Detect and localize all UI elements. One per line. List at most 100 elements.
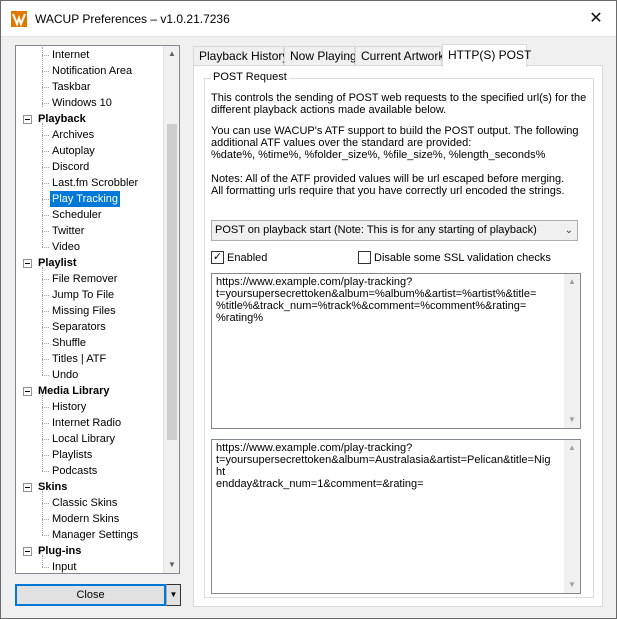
tree-item[interactable]: Input (16, 559, 164, 573)
tree-item-label: Autoplay (52, 145, 95, 157)
preview-scrollbar[interactable]: ▲ ▼ (564, 440, 580, 593)
tree-item[interactable]: Classic Skins (16, 495, 164, 511)
tree-item-label: Discord (52, 161, 90, 173)
tree-item-label: Manager Settings (52, 529, 139, 541)
tree-item[interactable]: File Remover (16, 271, 164, 287)
tree-category[interactable]: Playlist (16, 255, 164, 271)
tree-item[interactable]: Titles | ATF (16, 351, 164, 367)
post-action-dropdown[interactable]: POST on playback start (Note: This is fo… (211, 220, 578, 241)
post-url-preview-output[interactable]: https://www.example.com/play-tracking? t… (211, 439, 581, 594)
tree-item[interactable]: Shuffle (16, 335, 164, 351)
tree-item[interactable]: Manager Settings (16, 527, 164, 543)
tree-category[interactable]: Media Library (16, 383, 164, 399)
tree-connector (42, 535, 49, 536)
tree-item[interactable]: Scheduler (16, 207, 164, 223)
tab-current-artwork[interactable]: Current Artwork (355, 46, 444, 66)
post-url-template-input[interactable]: https://www.example.com/play-tracking? t… (211, 273, 581, 429)
tab-panel: POST Request This controls the sending o… (193, 65, 603, 607)
tree-item[interactable]: Undo (16, 367, 164, 383)
tree-connector (42, 71, 49, 72)
tree-connector (42, 295, 49, 296)
scroll-up-icon[interactable]: ▲ (564, 440, 580, 456)
tree-connector (42, 555, 43, 567)
tree-item[interactable]: Local Library (16, 431, 164, 447)
tree-connector (42, 311, 49, 312)
tree-connector (42, 247, 49, 248)
template-scrollbar[interactable]: ▲ ▼ (564, 274, 580, 428)
tree-category[interactable]: Plug-ins (16, 543, 164, 559)
tree-connector (42, 123, 43, 247)
tree-connector (42, 183, 49, 184)
tree-connector (42, 439, 49, 440)
scroll-up-icon[interactable]: ▲ (564, 274, 580, 290)
collapse-icon[interactable] (23, 547, 32, 556)
tree-connector (42, 151, 49, 152)
tree-item[interactable]: Internet Radio (16, 415, 164, 431)
tree-item[interactable]: Twitter (16, 223, 164, 239)
tree-item[interactable]: Playlists (16, 447, 164, 463)
scroll-down-icon[interactable]: ▼ (164, 557, 179, 573)
dropdown-value: POST on playback start (Note: This is fo… (215, 224, 537, 236)
tree-item-label: Modern Skins (52, 513, 120, 525)
tree-item[interactable]: Archives (16, 127, 164, 143)
tree-item[interactable]: Missing Files (16, 303, 164, 319)
tree-connector (42, 395, 43, 471)
tree-scroll-thumb[interactable] (167, 124, 177, 440)
scroll-up-icon[interactable]: ▲ (164, 46, 179, 62)
collapse-icon[interactable] (23, 387, 32, 396)
window-title: WACUP Preferences – v1.0.21.7236 (35, 12, 230, 26)
tree-item-label: Plug-ins (38, 545, 82, 557)
tree-connector (42, 503, 49, 504)
scroll-down-icon[interactable]: ▼ (564, 577, 580, 593)
tree-item-label: Archives (52, 129, 95, 141)
title-bar[interactable]: WACUP Preferences – v1.0.21.7236 ✕ (1, 1, 616, 37)
tab-now-playing[interactable]: Now Playing (284, 46, 357, 66)
tree-connector (42, 231, 49, 232)
tree-scrollbar[interactable]: ▲ ▼ (163, 46, 179, 573)
close-dropdown-button[interactable]: ▼ (166, 584, 181, 606)
preferences-tree[interactable]: Internet Notification Area Taskbar Windows … (15, 45, 180, 574)
chevron-down-icon: ⌄ (564, 225, 573, 236)
tree-item[interactable]: Play Tracking (16, 191, 164, 207)
tab-https-post[interactable]: HTTP(S) POST (442, 44, 531, 67)
tree-item-label: Playback (38, 113, 86, 125)
tree-connector (42, 103, 49, 104)
tree-item-label: Last.fm Scrobbler (52, 177, 139, 189)
tree-category[interactable]: Skins (16, 479, 164, 495)
tree-connector (42, 423, 49, 424)
group-title: POST Request (211, 71, 289, 83)
tree-item[interactable]: Notification Area (16, 63, 164, 79)
collapse-icon[interactable] (23, 115, 32, 124)
description-text: This controls the sending of POST web re… (211, 92, 587, 116)
tree-item[interactable]: Video (16, 239, 164, 255)
disable-ssl-label: Disable some SSL validation checks (374, 252, 551, 264)
tree-item-label: Classic Skins (52, 497, 118, 509)
tab-playback-history[interactable]: Playback History (193, 46, 288, 66)
tree-item[interactable]: Windows 10 (16, 95, 164, 111)
tree-item[interactable]: Internet (16, 47, 164, 63)
tree-item-label: Media Library (38, 385, 110, 397)
collapse-icon[interactable] (23, 483, 32, 492)
tree-item[interactable]: Jump To File (16, 287, 164, 303)
tree-connector (42, 567, 49, 568)
tree-category[interactable]: Playback (16, 111, 164, 127)
tree-item-label: Notification Area (52, 65, 133, 77)
tree-item[interactable]: Taskbar (16, 79, 164, 95)
tree-item-label: Undo (52, 369, 79, 381)
collapse-icon[interactable] (23, 259, 32, 268)
tree-item-label: Windows 10 (52, 97, 112, 109)
close-button[interactable]: Close (15, 584, 166, 606)
tree-item[interactable]: History (16, 399, 164, 415)
tree-item[interactable]: Discord (16, 159, 164, 175)
tree-item[interactable]: Autoplay (16, 143, 164, 159)
tree-connector (42, 199, 49, 200)
tree-item[interactable]: Separators (16, 319, 164, 335)
tree-item-label: Scheduler (52, 209, 102, 221)
window-close-button[interactable]: ✕ (586, 9, 606, 29)
notes-text: Notes: All of the ATF provided values wi… (211, 173, 565, 197)
atf-info-text: You can use WACUP's ATF support to build… (211, 125, 579, 161)
tree-item[interactable]: Modern Skins (16, 511, 164, 527)
scroll-down-icon[interactable]: ▼ (564, 412, 580, 428)
tree-item[interactable]: Last.fm Scrobbler (16, 175, 164, 191)
tree-item[interactable]: Podcasts (16, 463, 164, 479)
